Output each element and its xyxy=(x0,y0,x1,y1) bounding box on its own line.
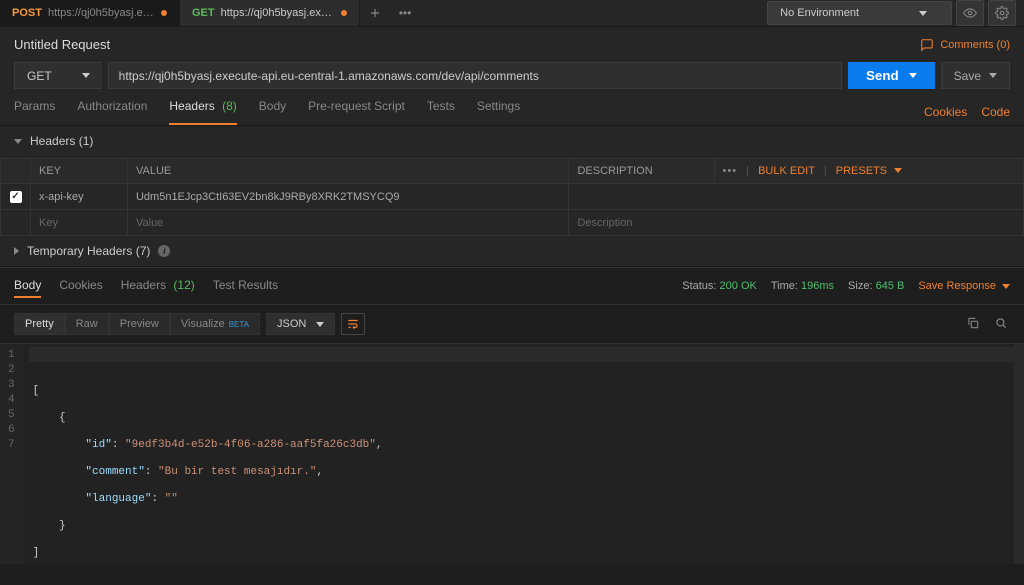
resp-tab-body[interactable]: Body xyxy=(14,274,41,298)
info-icon[interactable]: i xyxy=(158,245,170,257)
env-quick-look-button[interactable] xyxy=(956,0,984,26)
chevron-down-icon[interactable] xyxy=(989,73,997,78)
status-label: Status: xyxy=(682,280,716,292)
line-gutter: 1 2 3 4 5 6 7 xyxy=(0,344,23,564)
tab-request-0[interactable]: POST https://qj0h5byasj.execute-api.. xyxy=(0,0,180,26)
tab-title: https://qj0h5byasj.execute-api.. xyxy=(48,7,155,19)
environment-label: No Environment xyxy=(780,7,859,19)
size-value: 645 B xyxy=(876,280,905,292)
tab-add-button[interactable] xyxy=(360,0,390,26)
cell-desc-placeholder[interactable]: Description xyxy=(569,210,1024,236)
copy-button[interactable] xyxy=(964,316,982,333)
gear-icon xyxy=(995,6,1009,20)
env-settings-button[interactable] xyxy=(988,0,1016,26)
cell-key-placeholder[interactable]: Key xyxy=(31,210,128,236)
resp-tab-cookies[interactable]: Cookies xyxy=(59,274,102,298)
chevron-down-icon[interactable] xyxy=(909,73,917,78)
chevron-down-icon xyxy=(919,11,927,16)
tab-more-button[interactable]: ••• xyxy=(390,0,420,26)
code-content[interactable]: [ { "id": "9edf3b4d-e52b-4f06-a286-aaf5f… xyxy=(23,344,1024,564)
table-row[interactable]: ✓ x-api-key Udm5n1EJcp3CtI63EV2bn8kJ9RBy… xyxy=(1,184,1024,210)
tab-prerequest[interactable]: Pre-request Script xyxy=(308,99,405,125)
tab-tests[interactable]: Tests xyxy=(427,99,455,125)
ellipsis-icon: ••• xyxy=(399,6,412,20)
tab-params[interactable]: Params xyxy=(14,99,55,125)
eye-icon xyxy=(963,6,977,20)
comments-button[interactable]: Comments (0) xyxy=(920,38,1010,52)
comment-icon xyxy=(920,38,934,52)
resp-tab-headers[interactable]: Headers (12) xyxy=(121,274,195,298)
chevron-down-icon xyxy=(894,168,902,173)
method-select[interactable]: GET xyxy=(14,62,102,89)
chevron-right-icon xyxy=(14,247,19,255)
chevron-down-icon xyxy=(14,139,22,144)
tab-settings[interactable]: Settings xyxy=(477,99,520,125)
search-button[interactable] xyxy=(992,316,1010,333)
send-label: Send xyxy=(866,68,899,83)
table-row-empty[interactable]: Key Value Description xyxy=(1,210,1024,236)
url-text: https://qj0h5byasj.execute-api.eu-centra… xyxy=(119,69,539,83)
status-value: 200 OK xyxy=(720,280,757,292)
presets-button[interactable]: Presets xyxy=(836,165,902,177)
tab-method: GET xyxy=(192,7,215,19)
cell-value-placeholder[interactable]: Value xyxy=(127,210,568,236)
chevron-down-icon xyxy=(82,73,90,78)
save-label: Save xyxy=(954,69,981,83)
method-label: GET xyxy=(27,69,52,83)
plus-icon xyxy=(368,6,382,20)
chevron-down-icon xyxy=(1002,284,1010,289)
tab-headers-count: (8) xyxy=(222,99,237,113)
col-key: Key xyxy=(31,158,128,184)
environment-select[interactable]: No Environment xyxy=(767,1,952,25)
tab-title: https://qj0h5byasj.execute-api.. xyxy=(221,7,335,19)
col-value: Value xyxy=(127,158,568,184)
format-preview[interactable]: Preview xyxy=(109,313,170,335)
tab-headers[interactable]: Headers (8) xyxy=(169,99,236,125)
body-format-select[interactable]: JSON xyxy=(266,313,335,335)
bulk-edit-button[interactable]: Bulk Edit xyxy=(758,165,815,177)
more-headers-button[interactable]: ••• xyxy=(723,165,738,177)
cell-value[interactable]: Udm5n1EJcp3CtI63EV2bn8kJ9RBy8XRK2TMSYCQ9 xyxy=(127,184,568,210)
format-visualize[interactable]: VisualizeBETA xyxy=(170,313,260,335)
tab-headers-label: Headers xyxy=(169,99,214,113)
headers-section-toggle[interactable]: Headers (1) xyxy=(0,126,1024,157)
save-response-button[interactable]: Save Response xyxy=(918,280,1010,292)
request-title[interactable]: Untitled Request xyxy=(14,37,110,52)
format-raw[interactable]: Raw xyxy=(65,313,109,335)
headers-section-title: Headers (1) xyxy=(30,134,93,148)
tab-request-1[interactable]: GET https://qj0h5byasj.execute-api.. xyxy=(180,0,360,26)
save-button[interactable]: Save xyxy=(941,62,1010,89)
tab-body[interactable]: Body xyxy=(259,99,286,125)
time-value: 196ms xyxy=(801,280,834,292)
format-pretty[interactable]: Pretty xyxy=(14,313,65,335)
tab-authorization[interactable]: Authorization xyxy=(77,99,147,125)
col-description: Description xyxy=(569,158,714,184)
code-link[interactable]: Code xyxy=(981,105,1010,119)
size-label: Size: xyxy=(848,280,872,292)
wrap-lines-button[interactable] xyxy=(341,313,365,335)
comments-label: Comments (0) xyxy=(940,39,1010,51)
url-input[interactable]: https://qj0h5byasj.execute-api.eu-centra… xyxy=(108,62,842,89)
wrap-icon xyxy=(346,317,360,331)
time-label: Time: xyxy=(771,280,798,292)
send-button[interactable]: Send xyxy=(848,62,935,89)
tab-dirty-icon xyxy=(161,10,167,16)
row-checkbox[interactable]: ✓ xyxy=(10,191,22,203)
chevron-down-icon xyxy=(316,322,324,327)
response-body-editor[interactable]: 1 2 3 4 5 6 7 [ { "id": "9edf3b4d-e52b-4… xyxy=(0,344,1024,564)
scrollbar-vertical[interactable] xyxy=(1014,344,1024,564)
search-icon xyxy=(994,316,1008,330)
tab-method: POST xyxy=(12,7,42,19)
col-check xyxy=(1,158,31,184)
cookies-link[interactable]: Cookies xyxy=(924,105,967,119)
cell-key[interactable]: x-api-key xyxy=(31,184,128,210)
cursor-line xyxy=(29,347,1018,362)
temp-headers-label: Temporary Headers (7) xyxy=(27,244,150,258)
cell-description[interactable] xyxy=(569,184,1024,210)
headers-table: Key Value Description ••• | Bulk Edit | … xyxy=(0,157,1024,236)
resp-tab-tests[interactable]: Test Results xyxy=(213,274,278,298)
temp-headers-toggle[interactable]: Temporary Headers (7) i xyxy=(0,236,1024,267)
tab-dirty-icon xyxy=(341,10,347,16)
copy-icon xyxy=(966,316,980,330)
